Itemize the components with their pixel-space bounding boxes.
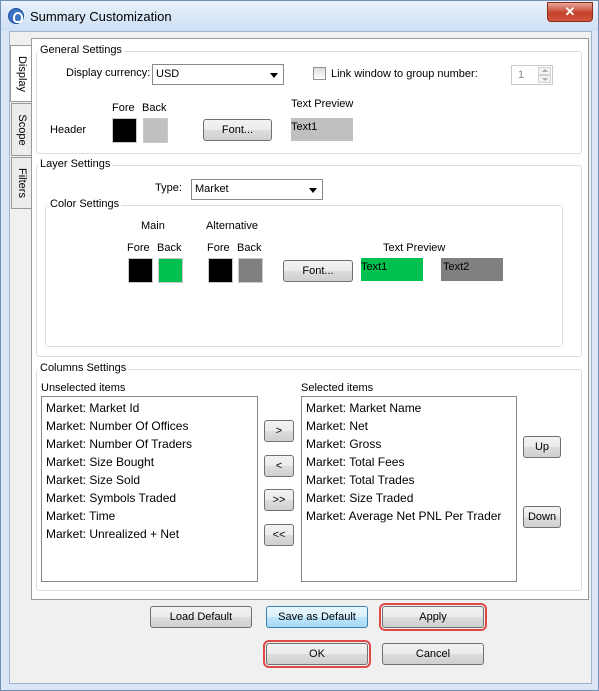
alt-back-label: Back bbox=[237, 242, 262, 254]
tab-filters[interactable]: Filters bbox=[11, 157, 32, 209]
main-fore-color-swatch[interactable] bbox=[128, 258, 153, 283]
apply-button[interactable]: Apply bbox=[379, 603, 487, 631]
move-up-button[interactable]: Up bbox=[523, 436, 561, 458]
window-title: Summary Customization bbox=[30, 9, 172, 24]
layer-settings-title: Layer Settings bbox=[38, 158, 113, 170]
list-item[interactable]: Market: Average Net PNL Per Trader bbox=[302, 507, 516, 525]
chevron-down-icon bbox=[270, 73, 278, 78]
main-back-color-swatch[interactable] bbox=[158, 258, 183, 283]
list-item[interactable]: Market: Total Trades bbox=[302, 471, 516, 489]
list-item[interactable]: Market: Size Bought bbox=[42, 453, 257, 471]
tab-display-label: Display bbox=[15, 55, 28, 92]
list-item[interactable]: Market: Gross bbox=[302, 435, 516, 453]
move-all-left-button[interactable]: << bbox=[264, 524, 294, 546]
header-text-preview: Text1 bbox=[291, 118, 353, 141]
layer-text-preview-alt: Text2 bbox=[441, 258, 503, 281]
alt-back-color-swatch[interactable] bbox=[238, 258, 263, 283]
list-item[interactable]: Market: Market Name bbox=[302, 399, 516, 417]
layer-text-preview-label: Text Preview bbox=[383, 242, 446, 254]
group-number-value: 1 bbox=[518, 69, 525, 81]
list-item[interactable]: Market: Total Fees bbox=[302, 453, 516, 471]
spin-up-icon[interactable] bbox=[538, 67, 551, 75]
header-back-color-swatch[interactable] bbox=[143, 118, 168, 143]
selected-items-label: Selected items bbox=[301, 382, 374, 394]
main-fore-label: Fore bbox=[127, 242, 150, 254]
alternative-color-label: Alternative bbox=[206, 220, 258, 232]
load-default-button[interactable]: Load Default bbox=[150, 606, 252, 628]
header-font-button[interactable]: Font... bbox=[203, 119, 272, 141]
title-bar[interactable]: Summary Customization ✕ bbox=[1, 1, 598, 31]
currency-value: USD bbox=[156, 68, 180, 80]
selected-items-list[interactable]: Market: Market Name Market: Net Market: … bbox=[301, 396, 517, 582]
spin-down-icon[interactable] bbox=[538, 75, 551, 83]
unselected-items-list[interactable]: Market: Market Id Market: Number Of Offi… bbox=[41, 396, 258, 582]
unselected-items-label: Unselected items bbox=[41, 382, 126, 394]
tab-display[interactable]: Display bbox=[10, 45, 32, 102]
move-down-button[interactable]: Down bbox=[523, 506, 561, 528]
main-color-label: Main bbox=[141, 220, 165, 232]
alt-fore-label: Fore bbox=[207, 242, 230, 254]
list-item[interactable]: Market: Number Of Offices bbox=[42, 417, 257, 435]
move-right-button[interactable]: > bbox=[264, 420, 294, 442]
main-back-label: Back bbox=[157, 242, 182, 254]
list-item[interactable]: Market: Market Id bbox=[42, 399, 257, 417]
currency-select[interactable]: USD bbox=[152, 64, 284, 85]
link-window-label: Link window to group number: bbox=[331, 68, 478, 80]
type-label: Type: bbox=[155, 182, 182, 194]
columns-settings-title: Columns Settings bbox=[38, 362, 129, 374]
header-fore-color-swatch[interactable] bbox=[112, 118, 137, 143]
link-window-checkbox[interactable] bbox=[313, 67, 326, 80]
layer-font-button[interactable]: Font... bbox=[283, 260, 353, 282]
list-item[interactable]: Market: Size Traded bbox=[302, 489, 516, 507]
chevron-down-icon bbox=[309, 188, 317, 193]
header-fore-label: Fore bbox=[112, 102, 135, 114]
list-item[interactable]: Market: Number Of Traders bbox=[42, 435, 257, 453]
list-item[interactable]: Market: Net bbox=[302, 417, 516, 435]
header-text-preview-label: Text Preview bbox=[291, 98, 354, 110]
list-item[interactable]: Market: Symbols Traded bbox=[42, 489, 257, 507]
save-as-default-button[interactable]: Save as Default bbox=[266, 606, 368, 628]
general-settings-title: General Settings bbox=[38, 44, 124, 56]
header-back-label: Back bbox=[142, 102, 167, 114]
layer-type-select[interactable]: Market bbox=[191, 179, 323, 200]
color-settings-title: Color Settings bbox=[48, 198, 122, 210]
dialog-window: Summary Customization ✕ Display Scope Fi… bbox=[0, 0, 599, 691]
layer-text-preview-main: Text1 bbox=[361, 258, 423, 281]
tab-filters-label: Filters bbox=[16, 168, 28, 198]
ok-button[interactable]: OK bbox=[263, 640, 371, 668]
list-item[interactable]: Market: Size Sold bbox=[42, 471, 257, 489]
currency-label: Display currency: bbox=[66, 67, 151, 79]
move-all-right-button[interactable]: >> bbox=[264, 489, 294, 511]
alt-fore-color-swatch[interactable] bbox=[208, 258, 233, 283]
tab-scope[interactable]: Scope bbox=[11, 103, 32, 156]
cancel-button[interactable]: Cancel bbox=[382, 643, 484, 665]
layer-type-value: Market bbox=[195, 183, 229, 195]
tab-scope-label: Scope bbox=[16, 113, 28, 146]
group-number-spinner[interactable]: 1 bbox=[511, 65, 553, 85]
header-label: Header bbox=[50, 124, 87, 136]
move-left-button[interactable]: < bbox=[264, 455, 294, 477]
close-button[interactable]: ✕ bbox=[547, 2, 593, 22]
list-item[interactable]: Market: Unrealized + Net bbox=[42, 525, 257, 543]
app-icon bbox=[8, 8, 24, 24]
list-item[interactable]: Market: Time bbox=[42, 507, 257, 525]
